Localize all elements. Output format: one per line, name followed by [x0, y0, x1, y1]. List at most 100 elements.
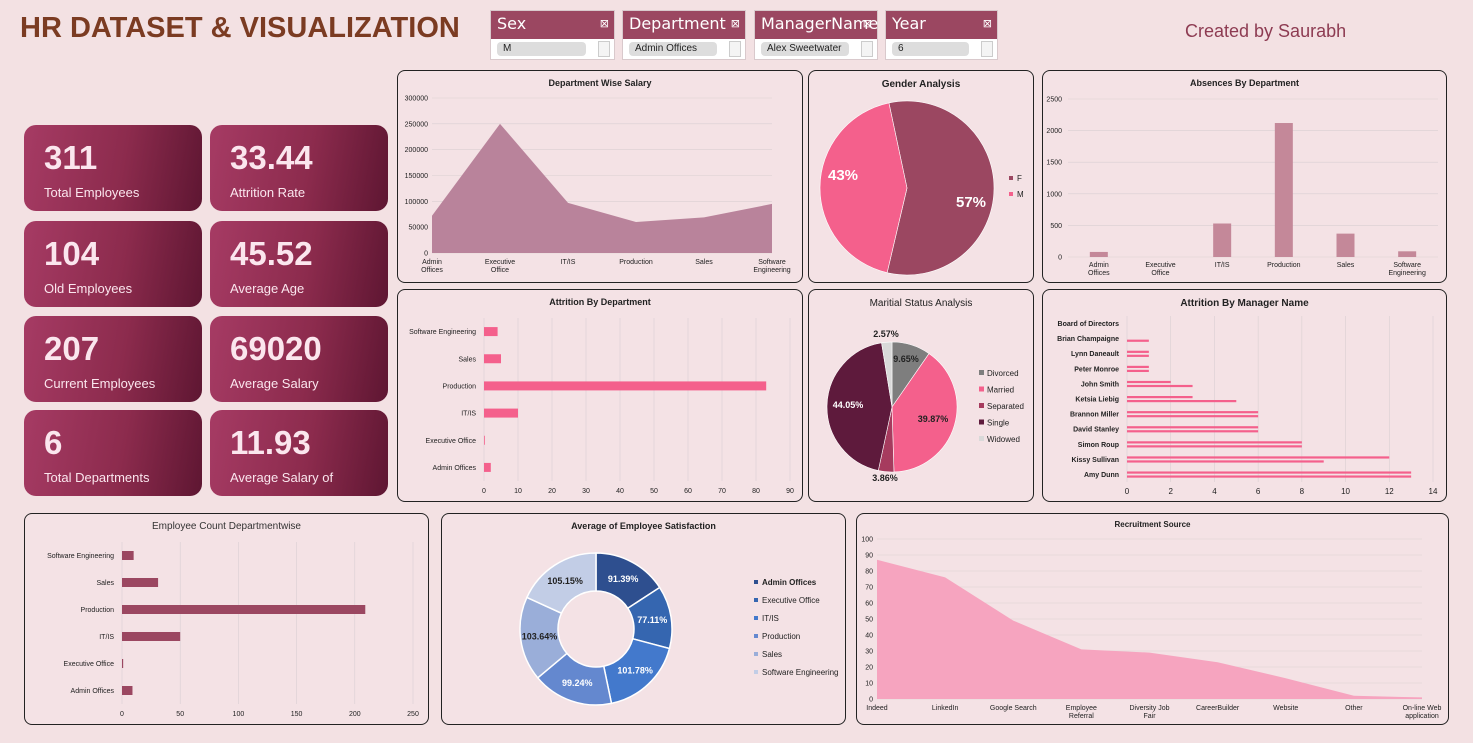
legend-label: Admin Offices	[762, 578, 817, 587]
y-tick-label: 200000	[405, 147, 428, 154]
x-tick-label: 40	[616, 488, 624, 495]
legend-swatch	[979, 370, 984, 375]
slicer-sex-scrollbar[interactable]	[598, 41, 610, 57]
x-tick-label: 30	[582, 488, 590, 495]
chart-dept-salary[interactable]: Department Wise Salary 0 50000 100000 15000…	[397, 70, 803, 283]
data-label: 99.24%	[562, 678, 593, 688]
data-label: 91.39%	[608, 574, 639, 584]
slicer-managername-title: ManagerName	[761, 14, 879, 33]
y-tick-label: 150000	[405, 173, 428, 180]
y-tick-label: Board of Directors	[1058, 321, 1120, 328]
filter-clear-icon[interactable]: ⊠	[600, 17, 609, 30]
y-tick-label: 100	[861, 537, 873, 544]
x-tick-label: 2	[1168, 487, 1173, 496]
marital-plot: 9.65% 39.87% 3.86% 44.05% 2.57% Divorced Marri…	[826, 329, 1024, 483]
chart-satisfaction[interactable]: Average of Employee Satisfaction 91.39% 7…	[441, 513, 846, 725]
y-tick-label: John Smith	[1081, 381, 1119, 388]
data-label: 9.65%	[893, 354, 919, 364]
bar	[484, 354, 501, 364]
chart-recruitment[interactable]: Recruitment Source 0 10 20 30 40 50 60 70 80 90 10…	[856, 513, 1449, 725]
slicer-managername-scrollbar[interactable]	[861, 41, 873, 57]
bar	[1127, 380, 1171, 384]
x-tick-label: IT/IS	[561, 259, 576, 266]
bar	[1127, 350, 1149, 353]
slicer-department[interactable]: Department ⊠ Admin Offices	[622, 10, 746, 60]
bar	[1127, 456, 1390, 459]
slicer-managername-selected[interactable]: Alex Sweetwater	[761, 42, 849, 56]
y-tick-label: 30	[865, 649, 873, 656]
slicer-sex-title: Sex	[497, 14, 527, 33]
chart-marital[interactable]: Maritial Status Analysis 9.65% 39.87% 3.86…	[808, 289, 1034, 502]
legend-label: F	[1017, 174, 1022, 183]
x-tick-label: 80	[752, 488, 760, 495]
slicer-year-title: Year	[892, 14, 926, 33]
chart-attrition-dept[interactable]: Attrition By Department 0 10 20 30 40 50 60 70 8…	[397, 289, 803, 502]
x-tick-label: 50	[176, 711, 184, 718]
slicer-year[interactable]: Year ⊠ 6	[885, 10, 998, 60]
slicer-year-selected[interactable]: 6	[892, 42, 969, 56]
x-tick-label: 50	[650, 488, 658, 495]
kpi-value: 11.93	[230, 424, 311, 461]
kpi-label: Total Departments	[44, 470, 150, 485]
x-tick-label: Software	[1393, 262, 1421, 269]
bar	[1127, 400, 1237, 403]
legend-swatch	[1009, 192, 1013, 196]
kpi-card: 11.93 Average Salary of	[210, 410, 388, 496]
legend-label: Executive Office	[762, 596, 820, 605]
bar	[1274, 123, 1293, 258]
chart-emp-count[interactable]: Employee Count Departmentwise 0 50 100 150 2…	[24, 513, 429, 725]
x-tick-label: Google Search	[990, 705, 1037, 712]
kpi-card: 45.52 Average Age	[210, 221, 388, 307]
bar	[122, 659, 124, 668]
slicer-managername[interactable]: ManagerName ⊠ Alex Sweetwater	[754, 10, 878, 60]
y-tick-label: Software Engineering	[409, 329, 476, 336]
x-tick-label: application	[1405, 713, 1439, 720]
chart-attrition-manager[interactable]: Attrition By Manager Name 0 2 4 6 8 10 12 14 Boa…	[1042, 289, 1447, 502]
y-tick-label: 1000	[1046, 191, 1062, 198]
bar	[1127, 430, 1259, 433]
legend-label: M	[1017, 190, 1024, 199]
x-tick-label: CareerBuilder	[1196, 705, 1240, 712]
legend-label: Divorced	[987, 369, 1019, 378]
kpi-card: 104 Old Employees	[24, 221, 202, 307]
x-tick-label: Production	[1267, 262, 1301, 269]
legend-swatch	[754, 598, 758, 602]
x-tick-label: 10	[1341, 487, 1350, 496]
y-tick-label: 0	[869, 697, 873, 704]
slicer-department-selected[interactable]: Admin Offices	[629, 42, 717, 56]
slicer-department-scrollbar[interactable]	[729, 41, 741, 57]
x-tick-label: Referral	[1069, 713, 1094, 720]
chart-absences[interactable]: Absences By Department 0 500 1000 1500 2000 2…	[1042, 70, 1447, 283]
legend-swatch	[754, 616, 758, 620]
bar	[1127, 445, 1302, 448]
bar	[1127, 415, 1259, 418]
bar	[1127, 426, 1259, 429]
y-tick-label: Brian Champaigne	[1057, 336, 1119, 343]
legend-swatch	[1009, 176, 1013, 180]
bar	[484, 327, 498, 337]
bar	[122, 632, 181, 641]
legend-swatch	[979, 419, 984, 425]
filter-clear-icon[interactable]: ⊠	[731, 17, 740, 30]
x-tick-label: 200	[349, 711, 361, 718]
filter-clear-icon[interactable]: ⊠	[863, 17, 872, 30]
slicer-sex-selected[interactable]: M	[497, 42, 586, 56]
kpi-value: 104	[44, 235, 100, 272]
bar	[484, 408, 518, 418]
kpi-value: 33.44	[230, 139, 313, 176]
y-tick-label: 250000	[405, 121, 428, 128]
slicer-sex[interactable]: Sex ⊠ M	[490, 10, 615, 60]
y-tick-label: 2000	[1046, 128, 1062, 135]
slicer-year-scrollbar[interactable]	[981, 41, 993, 57]
y-tick-label: Production	[81, 607, 115, 614]
y-tick-label: Sales	[458, 356, 476, 363]
x-tick-label: 0	[120, 711, 124, 718]
data-label: 44.05%	[833, 400, 864, 410]
y-tick-label: 2500	[1046, 97, 1062, 104]
chart-gender[interactable]: Gender Analysis 57% 43% F M	[808, 70, 1034, 283]
y-tick-label: 80	[865, 569, 873, 576]
bar	[122, 551, 134, 560]
absences-plot: 0 500 1000 1500 2000 2500 AdminOffices Executiv…	[1046, 97, 1438, 277]
filter-clear-icon[interactable]: ⊠	[983, 17, 992, 30]
data-label: 105.15%	[547, 576, 583, 586]
